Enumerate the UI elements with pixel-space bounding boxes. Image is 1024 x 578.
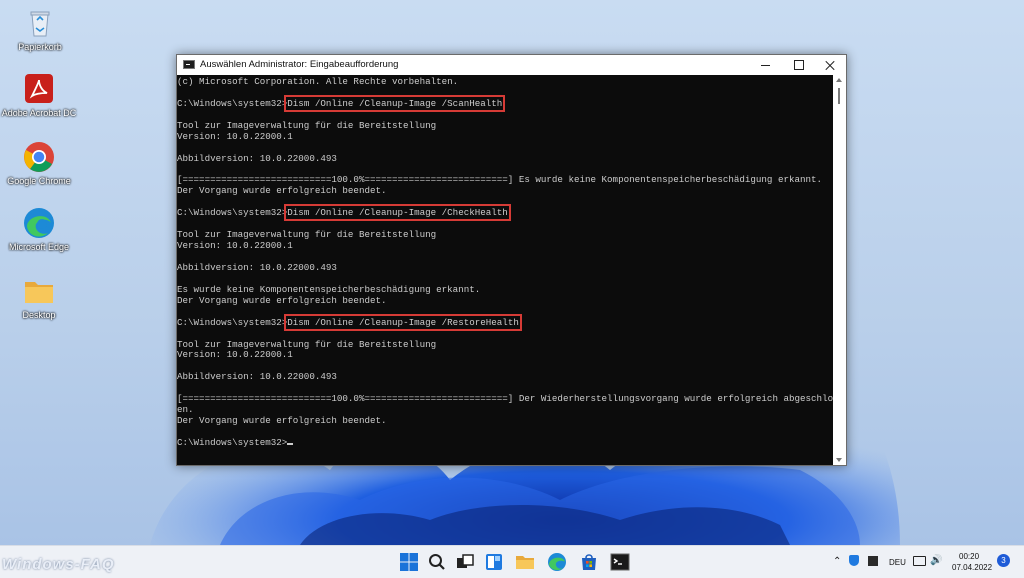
console-line: C:\Windows\system32>	[177, 436, 833, 449]
edge-icon[interactable]	[547, 552, 567, 572]
terminal-icon[interactable]	[610, 552, 630, 572]
chevron-up-icon[interactable]: ⌃	[833, 556, 841, 567]
console-output[interactable]: (c) Microsoft Corporation. Alle Rechte v…	[177, 75, 833, 465]
console-line: Version: 10.0.22000.1	[177, 349, 293, 361]
command-checkhealth: Dism /Online /Cleanup-Image /CheckHealth	[284, 204, 511, 222]
window-title: Auswählen Administrator: Eingabeaufforde…	[200, 59, 399, 70]
desktop-icon-chrome[interactable]: Google Chrome	[1, 140, 77, 187]
desktop-icon-label: Papierkorb	[18, 42, 62, 52]
notification-badge[interactable]: 3	[997, 554, 1010, 567]
close-button[interactable]	[814, 55, 846, 75]
console-line: (c) Microsoft Corporation. Alle Rechte v…	[177, 76, 459, 87]
console-line: C:\Windows\system32>Dism /Online /Cleanu…	[177, 94, 833, 112]
desktop-icon-label: Google Chrome	[7, 176, 71, 186]
store-icon[interactable]	[579, 552, 599, 572]
clock-time[interactable]: 00:20	[959, 552, 979, 561]
desktop-icon-label: Microsoft Edge	[8, 242, 70, 252]
prompt-text: C:\Windows\system32>	[177, 97, 288, 109]
task-view-icon[interactable]	[455, 552, 475, 572]
clock-date[interactable]: 07.04.2022	[952, 563, 992, 572]
console-line: C:\Windows\system32>Dism /Online /Cleanu…	[177, 204, 833, 222]
edge-icon	[22, 206, 56, 240]
windows-start-icon[interactable]	[399, 552, 419, 572]
minimize-button[interactable]	[750, 55, 782, 75]
command-prompt-window[interactable]: Auswählen Administrator: Eingabeaufforde…	[176, 54, 847, 466]
window-titlebar[interactable]: Auswählen Administrator: Eingabeaufforde…	[177, 55, 846, 75]
scroll-up-icon[interactable]	[836, 78, 842, 82]
prompt-text: C:\Windows\system32>	[177, 436, 288, 448]
network-icon[interactable]	[913, 556, 926, 566]
vertical-scrollbar[interactable]	[833, 75, 846, 465]
volume-icon[interactable]: 🔊	[930, 555, 942, 566]
site-watermark: Windows-FAQ	[2, 556, 115, 573]
desktop-icon-edge[interactable]: Microsoft Edge	[1, 206, 77, 253]
console-line: Der Vorgang wurde erfolgreich beendet.	[177, 185, 387, 197]
console-line: [===========================100.0%======…	[177, 393, 833, 405]
recycle-bin-icon	[23, 6, 57, 40]
acrobat-icon	[22, 72, 56, 106]
security-icon[interactable]	[849, 555, 859, 566]
prompt-text: C:\Windows\system32>	[177, 207, 288, 219]
console-line: Abbildversion: 10.0.22000.493	[177, 152, 337, 164]
language-indicator[interactable]: DEU	[889, 558, 906, 567]
console-line: C:\Windows\system32>Dism /Online /Cleanu…	[177, 313, 833, 331]
file-explorer-icon[interactable]	[515, 552, 535, 572]
console-line: Abbildversion: 10.0.22000.493	[177, 261, 337, 273]
desktop-icon-recycle-bin[interactable]: Papierkorb	[2, 6, 78, 53]
prompt-text: C:\Windows\system32>	[177, 316, 288, 328]
scroll-thumb[interactable]	[838, 88, 840, 104]
desktop-icon-label: Desktop	[22, 310, 56, 320]
console-line: Version: 10.0.22000.1	[177, 240, 293, 252]
command-scanhealth: Dism /Online /Cleanup-Image /ScanHealth	[284, 94, 506, 112]
cmd-icon	[183, 60, 195, 69]
desktop-icon-label: Adobe Acrobat DC	[1, 108, 77, 118]
chrome-icon	[22, 140, 56, 174]
folder-icon	[22, 274, 56, 308]
desktop-icon-acrobat[interactable]: Adobe Acrobat DC	[1, 72, 77, 119]
console-line: Der Vorgang wurde erfolgreich beendet.	[177, 294, 387, 306]
maximize-button[interactable]	[783, 55, 815, 75]
taskbar: ⌃ DEU 🔊 00:20 07.04.2022	[0, 545, 1024, 578]
desktop-icon-folder[interactable]: Desktop	[1, 274, 77, 321]
console-line: Der Vorgang wurde erfolgreich beendet.	[177, 415, 387, 427]
scroll-down-icon[interactable]	[836, 458, 842, 462]
app-tray-icon[interactable]	[868, 556, 878, 566]
console-line: Version: 10.0.22000.1	[177, 130, 293, 142]
search-icon[interactable]	[427, 552, 447, 572]
widgets-icon[interactable]	[484, 552, 504, 572]
text-cursor	[287, 442, 294, 445]
command-restorehealth: Dism /Online /Cleanup-Image /RestoreHeal…	[284, 313, 522, 331]
console-line: Abbildversion: 10.0.22000.493	[177, 371, 337, 383]
